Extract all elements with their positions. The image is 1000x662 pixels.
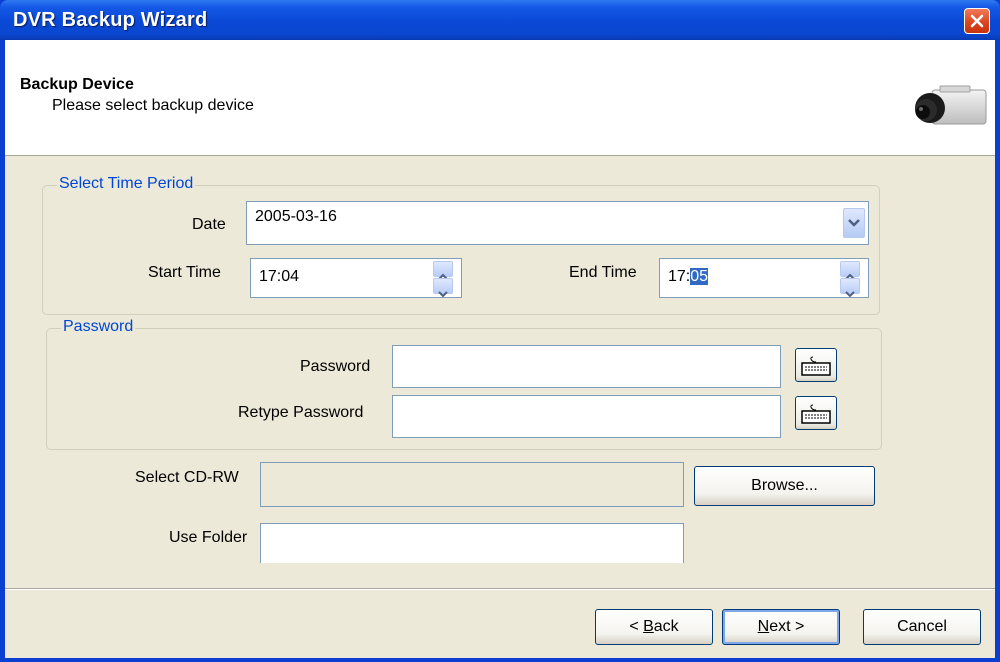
password-keyboard-button[interactable] [795, 348, 837, 382]
back-label-prefix: < [629, 618, 644, 635]
next-button[interactable]: Next > [722, 609, 840, 645]
retype-password-keyboard-button[interactable] [795, 396, 837, 430]
end-time-input[interactable]: 17:05 [659, 258, 869, 298]
date-combobox[interactable]: 2005-03-16 [246, 201, 869, 245]
footer-separator [5, 588, 995, 590]
end-time-label: End Time [569, 264, 637, 281]
back-button[interactable]: < Back [595, 609, 713, 645]
window-title: DVR Backup Wizard [13, 9, 208, 31]
password-field[interactable] [392, 345, 781, 388]
cdrw-field [260, 462, 684, 507]
page-subtitle: Please select backup device [52, 97, 254, 114]
next-label-mnemonic: N [757, 618, 770, 635]
wizard-header: Backup Device Please select backup devic… [5, 40, 995, 156]
cancel-button[interactable]: Cancel [863, 609, 981, 645]
end-time-minute-selected: 05 [690, 268, 709, 285]
browse-button[interactable]: Browse... [694, 466, 875, 506]
start-time-value: 17:04 [259, 268, 300, 285]
next-label-rest: ext > [769, 618, 805, 635]
back-label-mnemonic: B [643, 618, 654, 635]
date-value: 2005-03-16 [255, 208, 337, 225]
browse-label: Browse... [751, 477, 818, 494]
start-time-label: Start Time [148, 264, 221, 281]
start-time-spin-down[interactable] [433, 278, 453, 298]
cancel-label: Cancel [897, 618, 947, 635]
date-label: Date [192, 216, 226, 233]
use-folder-label: Use Folder [169, 529, 248, 546]
end-time-spin-up[interactable] [840, 261, 860, 280]
wizard-client-area: Backup Device Please select backup devic… [5, 40, 995, 658]
spin-down-icon [438, 291, 448, 298]
close-button[interactable] [964, 8, 990, 34]
end-time-spin-down[interactable] [840, 278, 860, 298]
page-title: Backup Device [20, 76, 134, 93]
end-time-hour: 17: [668, 268, 691, 285]
title-bar[interactable]: DVR Backup Wizard [0, 0, 1000, 40]
retype-password-label: Retype Password [238, 404, 364, 421]
keyboard-icon [801, 404, 831, 424]
start-time-spin-up[interactable] [433, 261, 453, 280]
time-period-group-label: Select Time Period [57, 175, 196, 193]
date-dropdown-button[interactable] [843, 208, 865, 238]
keyboard-icon [801, 356, 831, 376]
wizard-window: DVR Backup Wizard Backup Device Please s… [0, 0, 1000, 662]
back-label-rest: ack [653, 618, 679, 635]
spin-down-icon [845, 291, 855, 298]
password-label: Password [300, 358, 371, 375]
retype-password-field[interactable] [392, 395, 781, 438]
start-time-input[interactable]: 17:04 [250, 258, 462, 298]
select-cdrw-label: Select CD-RW [135, 469, 239, 486]
chevron-down-icon [848, 219, 860, 227]
password-group-label: Password [61, 318, 136, 336]
use-folder-field[interactable] [260, 523, 684, 563]
close-icon [970, 14, 984, 28]
camera-icon [915, 85, 987, 125]
